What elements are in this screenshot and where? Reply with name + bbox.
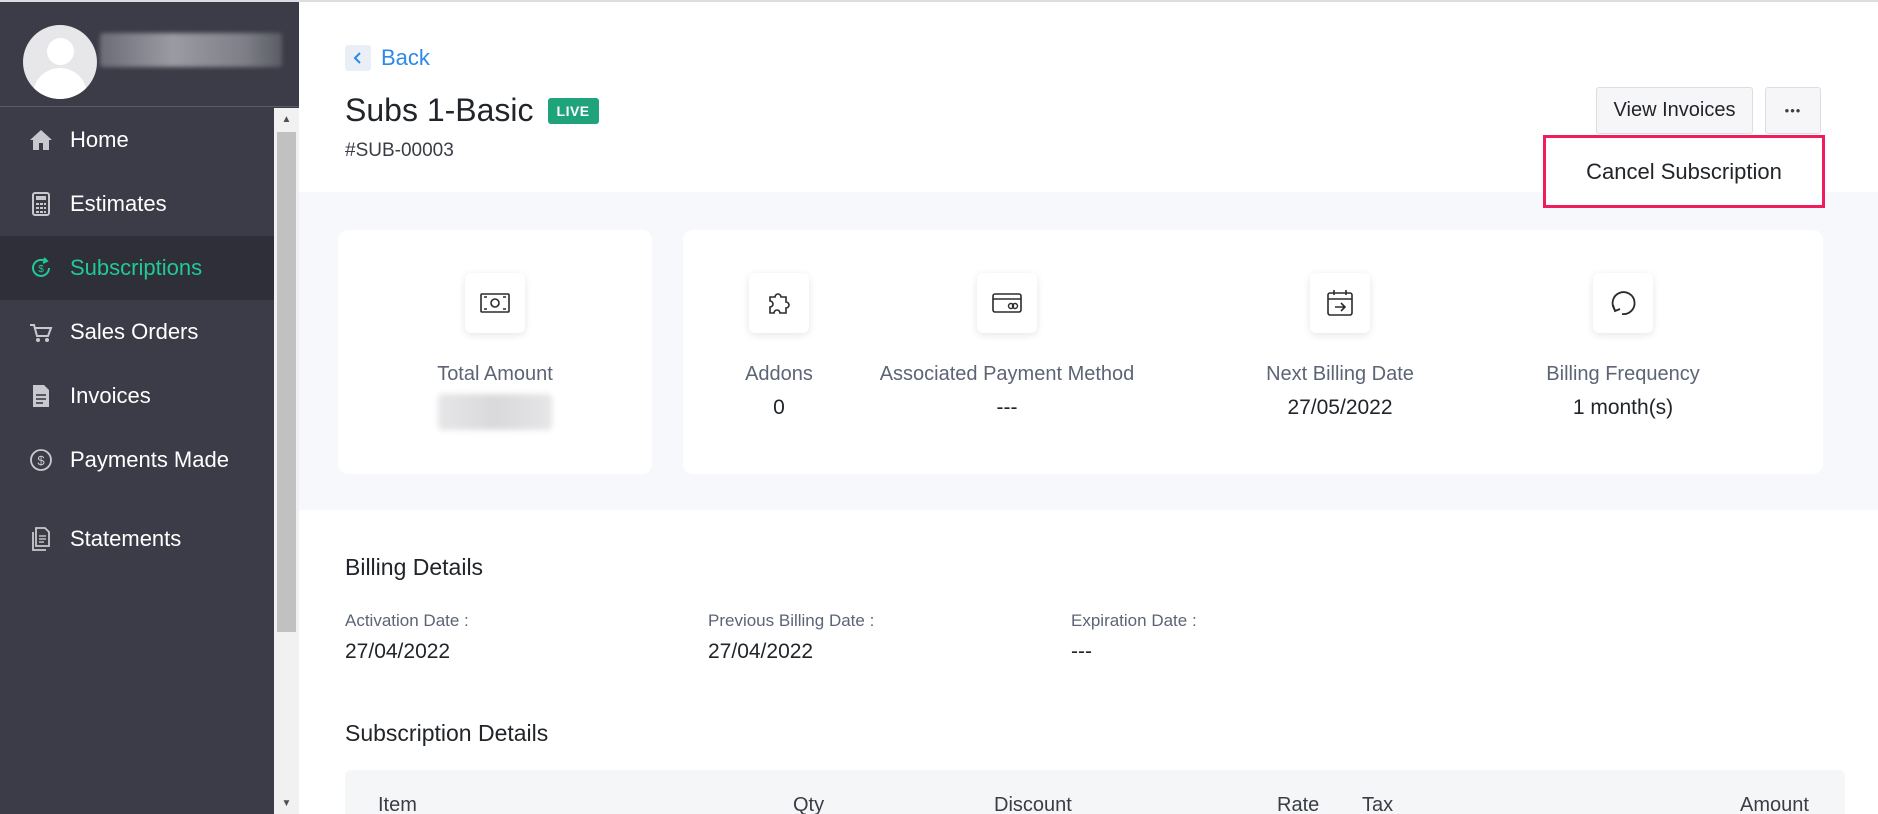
column-header-rate: Rate — [1277, 794, 1320, 814]
svg-text:$: $ — [38, 264, 44, 275]
back-label: Back — [381, 45, 430, 70]
refresh-icon — [1593, 273, 1653, 333]
previous-billing-date-label: Previous Billing Date : — [708, 611, 875, 630]
previous-billing-date-value: 27/04/2022 — [708, 640, 814, 663]
puzzle-icon — [749, 273, 809, 333]
invoice-icon — [28, 383, 54, 409]
profile-name-redacted — [100, 33, 282, 67]
payment-method-label: Associated Payment Method — [879, 363, 1135, 385]
view-invoices-button[interactable]: View Invoices — [1596, 87, 1753, 134]
subscription-details-title: Subscription Details — [345, 720, 549, 746]
next-billing-stat: Next Billing Date 27/05/2022 — [1200, 230, 1480, 420]
activation-date-value: 27/04/2022 — [345, 640, 451, 663]
billing-details-title: Billing Details — [345, 554, 484, 580]
next-billing-label: Next Billing Date — [1266, 363, 1414, 385]
summary-section: Total Amount Addons 0 Associated Payment… — [299, 192, 1878, 510]
more-dots-icon: ••• — [1784, 103, 1802, 118]
profile-area[interactable] — [0, 2, 299, 107]
column-header-tax: Tax — [1362, 794, 1394, 814]
sidebar: Home Estimates $ Subscriptions Sales Ord… — [0, 2, 299, 814]
sidebar-item-sales-orders[interactable]: Sales Orders — [0, 300, 274, 364]
column-header-amount: Amount — [1740, 794, 1809, 814]
payment-method-stat: Associated Payment Method --- — [867, 230, 1147, 420]
expiration-date-value: --- — [1071, 640, 1092, 663]
page-title: Subs 1-Basic — [345, 92, 534, 128]
home-icon — [28, 127, 54, 153]
scroll-up-arrow-icon[interactable]: ▲ — [274, 108, 299, 130]
statement-icon — [28, 526, 54, 552]
title-row: Subs 1-Basic LIVE — [345, 92, 599, 129]
cancel-subscription-menu-item[interactable]: Cancel Subscription — [1543, 135, 1825, 208]
column-header-qty: Qty — [793, 794, 825, 814]
back-link[interactable]: Back — [345, 45, 430, 71]
sidebar-item-statements[interactable]: Statements — [0, 507, 274, 571]
billing-frequency-stat: Billing Frequency 1 month(s) — [1483, 230, 1763, 420]
main-content: Back Subs 1-Basic LIVE #SUB-00003 View I… — [299, 2, 1878, 814]
previous-billing-date-field: Previous Billing Date : 27/04/2022 — [708, 611, 874, 664]
expiration-date-label: Expiration Date : — [1071, 611, 1197, 630]
card-icon — [977, 273, 1037, 333]
sidebar-item-label: Sales Orders — [70, 319, 199, 344]
billing-frequency-label: Billing Frequency — [1546, 363, 1700, 385]
sidebar-item-label: Invoices — [70, 383, 151, 408]
avatar[interactable] — [23, 25, 97, 99]
sidebar-scrollbar[interactable]: ▲ ▼ — [274, 108, 299, 814]
column-header-discount: Discount — [994, 794, 1072, 814]
sidebar-item-label: Estimates — [70, 191, 167, 216]
scroll-down-arrow-icon[interactable]: ▼ — [274, 792, 299, 814]
total-amount-card: Total Amount — [338, 230, 652, 474]
chevron-left-icon — [345, 45, 371, 71]
sidebar-item-invoices[interactable]: Invoices — [0, 364, 274, 428]
total-amount-value-redacted — [438, 394, 552, 430]
cash-icon — [465, 273, 525, 333]
more-options-button[interactable]: ••• — [1765, 87, 1821, 134]
subscription-table-header: Item Qty Discount Rate Tax Amount — [345, 770, 1845, 814]
svg-text:$: $ — [37, 453, 45, 468]
payment-method-value: --- — [996, 396, 1018, 419]
column-header-item: Item — [378, 794, 417, 814]
subscription-icon: $ — [28, 255, 54, 281]
dollar-circle-icon: $ — [28, 447, 54, 473]
sidebar-item-subscriptions[interactable]: $ Subscriptions — [0, 236, 274, 300]
activation-date-field: Activation Date : 27/04/2022 — [345, 611, 469, 664]
status-badge: LIVE — [547, 97, 599, 124]
sidebar-item-label: Statements — [70, 526, 182, 551]
total-amount-stat: Total Amount — [355, 230, 635, 430]
billing-frequency-value: 1 month(s) — [1572, 396, 1674, 419]
total-amount-label: Total Amount — [437, 363, 553, 385]
sidebar-item-label: Home — [70, 127, 129, 152]
sidebar-item-estimates[interactable]: Estimates — [0, 172, 274, 236]
sidebar-item-label: Subscriptions — [70, 255, 203, 280]
next-billing-value: 27/05/2022 — [1287, 396, 1393, 419]
sidebar-nav: Home Estimates $ Subscriptions Sales Ord… — [0, 108, 274, 571]
sidebar-item-payments-made[interactable]: $ Payments Made — [0, 428, 274, 492]
subscription-id: #SUB-00003 — [345, 140, 454, 161]
expiration-date-field: Expiration Date : --- — [1071, 611, 1197, 664]
details-card: Addons 0 Associated Payment Method --- N… — [683, 230, 1823, 474]
sidebar-item-label: Payments Made — [70, 447, 229, 472]
cart-icon — [28, 319, 54, 345]
activation-date-label: Activation Date : — [345, 611, 469, 630]
calculator-icon — [28, 191, 54, 217]
calendar-icon — [1310, 273, 1370, 333]
scrollbar-thumb[interactable] — [277, 132, 296, 632]
sidebar-item-home[interactable]: Home — [0, 108, 274, 172]
